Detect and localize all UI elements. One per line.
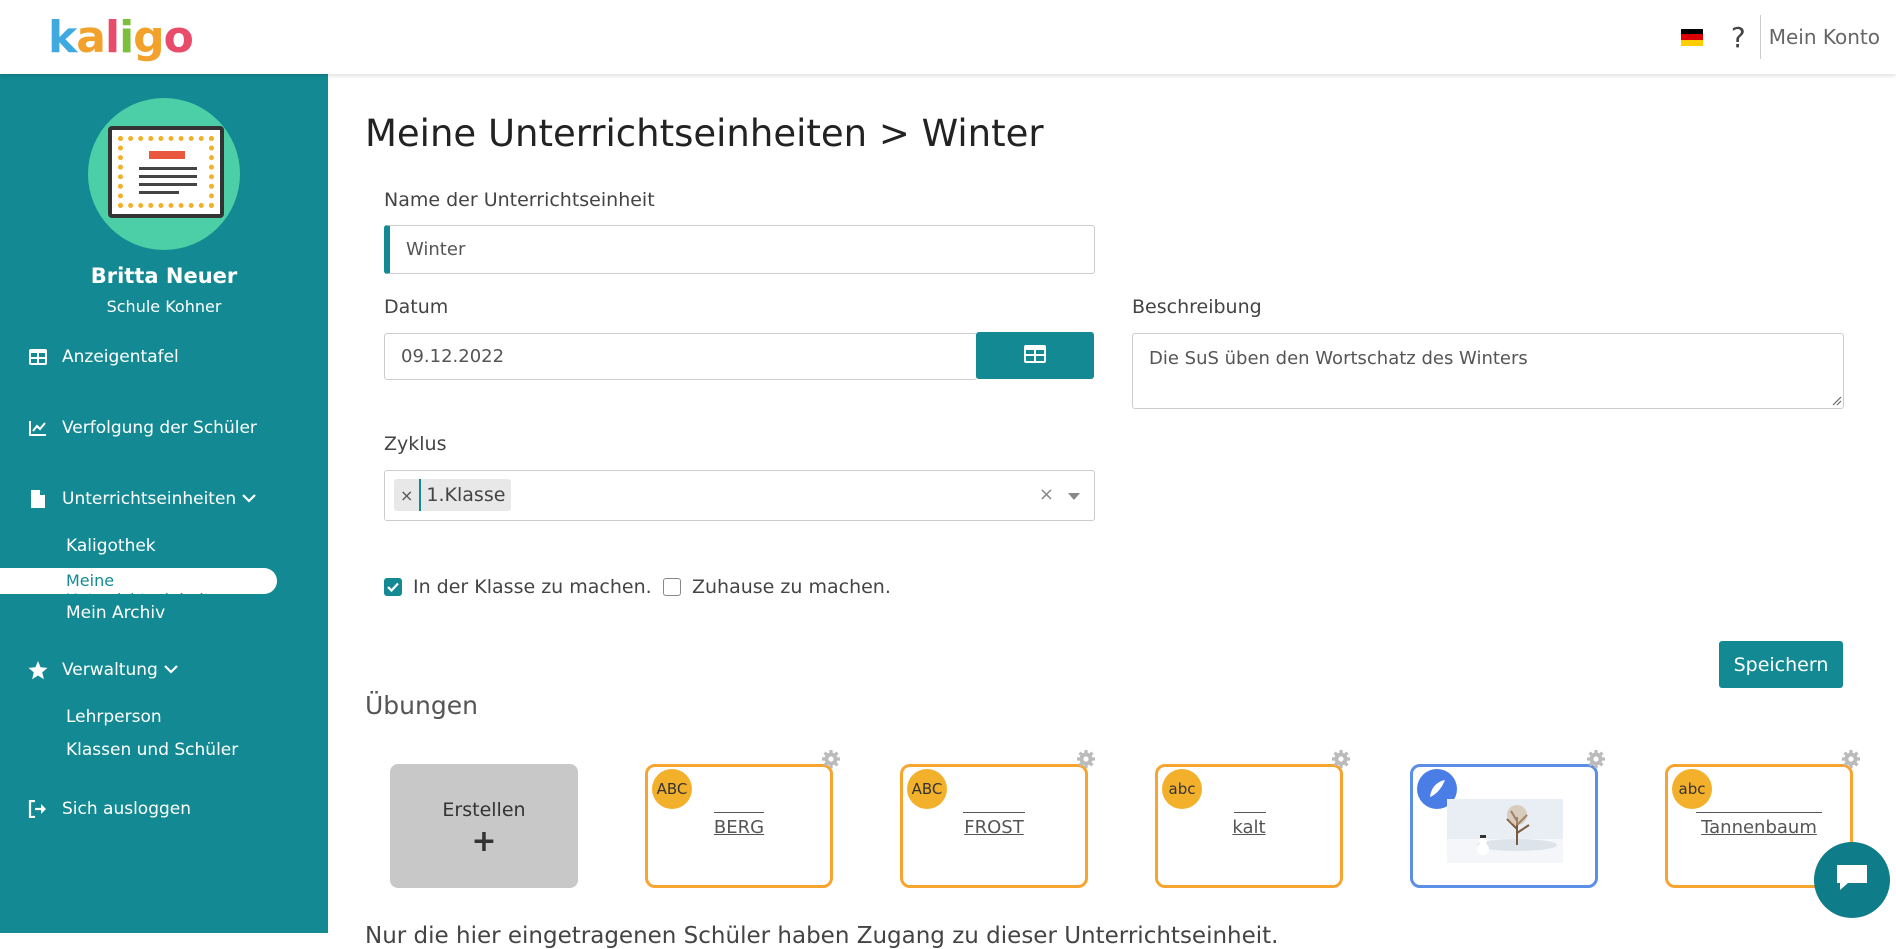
main-content: Meine Unterrichtseinheiten > Winter Name… bbox=[328, 74, 1896, 949]
select-clear-button[interactable]: × bbox=[1039, 484, 1054, 505]
sidebar-item-label: Anzeigentafel bbox=[62, 347, 179, 367]
sidebar-subitem-my-units[interactable]: Meine Unterrichtseinheiten bbox=[0, 568, 277, 609]
logout-icon bbox=[28, 799, 48, 819]
chat-icon bbox=[1834, 863, 1870, 897]
name-label: Name der Unterrichtseinheit bbox=[384, 189, 655, 211]
abc-uppercase-icon: ABC bbox=[907, 769, 947, 809]
top-right-menu: ? Mein Konto bbox=[1680, 0, 1880, 74]
sidebar-item-tracking[interactable]: Verfolgung der Schüler bbox=[28, 418, 257, 438]
chevron-down-icon bbox=[164, 662, 178, 678]
gear-icon[interactable] bbox=[1586, 749, 1606, 769]
unit-name-input[interactable]: Winter bbox=[384, 225, 1095, 274]
abc-lowercase-icon: abc bbox=[1162, 769, 1202, 809]
tag-label: 1.Klasse bbox=[426, 484, 506, 506]
logo-letter: i bbox=[119, 12, 134, 63]
gear-icon[interactable] bbox=[821, 749, 841, 769]
logo-letter: g bbox=[133, 12, 164, 63]
kaligo-logo[interactable]: kaligo bbox=[48, 12, 194, 63]
divider bbox=[1759, 15, 1761, 59]
exercise-card[interactable]: abc kalt bbox=[1155, 764, 1343, 888]
students-info-text: Nur die hier eingetragenen Schüler haben… bbox=[365, 923, 1279, 949]
checkbox-at-home[interactable]: Zuhause zu machen. bbox=[663, 576, 891, 598]
sidebar-item-label: Unterrichtseinheiten bbox=[62, 489, 237, 509]
sidebar-item-logout[interactable]: Sich ausloggen bbox=[28, 799, 191, 819]
exercise-card[interactable]: ABC BERG bbox=[645, 764, 833, 888]
cycle-select[interactable]: × 1.Klasse × bbox=[384, 470, 1095, 521]
plus-icon: + bbox=[471, 824, 497, 859]
checkbox-in-class[interactable]: In der Klasse zu machen. bbox=[384, 576, 652, 598]
sidebar-subitem-classes[interactable]: Klassen und Schüler bbox=[66, 740, 238, 760]
logo-letter: l bbox=[104, 12, 120, 63]
date-input[interactable]: 09.12.2022 bbox=[384, 333, 977, 380]
german-flag-icon[interactable] bbox=[1680, 28, 1703, 46]
description-textarea[interactable]: Die SuS üben den Wortschatz des Winters bbox=[1132, 333, 1844, 409]
exercise-card[interactable]: ABC FROST bbox=[900, 764, 1088, 888]
top-bar: kaligo ? Mein Konto bbox=[0, 0, 1896, 74]
user-name: Britta Neuer bbox=[90, 264, 238, 288]
chat-button[interactable] bbox=[1814, 842, 1890, 918]
logo-letter: o bbox=[163, 12, 194, 63]
logo-letter: a bbox=[76, 12, 106, 63]
gear-icon[interactable] bbox=[1076, 749, 1096, 769]
table-icon bbox=[28, 347, 48, 367]
sidebar: Britta Neuer Schule Kohner Anzeigentafel… bbox=[0, 74, 328, 933]
calendar-icon bbox=[1024, 344, 1046, 367]
exercise-word: FROST bbox=[964, 817, 1024, 838]
dropdown-arrow-icon[interactable] bbox=[1068, 493, 1080, 500]
sidebar-item-units[interactable]: Unterrichtseinheiten bbox=[28, 489, 256, 509]
avatar bbox=[88, 98, 240, 250]
checkbox-label: In der Klasse zu machen. bbox=[413, 576, 652, 598]
sidebar-subitem-teacher[interactable]: Lehrperson bbox=[66, 707, 162, 727]
exercise-word: BERG bbox=[713, 817, 765, 838]
abc-lowercase-icon: abc bbox=[1672, 769, 1712, 809]
page-title: Meine Unterrichtseinheiten > Winter bbox=[365, 112, 1044, 155]
checkbox-label: Zuhause zu machen. bbox=[692, 576, 891, 598]
resize-handle-icon[interactable] bbox=[1832, 396, 1842, 406]
cycle-label: Zyklus bbox=[384, 433, 447, 455]
tag-remove-button[interactable]: × bbox=[394, 479, 422, 511]
sidebar-item-label: Sich ausloggen bbox=[62, 799, 192, 819]
checkbox-checked-icon[interactable] bbox=[384, 578, 402, 596]
save-button[interactable]: Speichern bbox=[1719, 641, 1843, 688]
description-label: Beschreibung bbox=[1132, 296, 1262, 318]
star-icon bbox=[28, 660, 48, 680]
user-school: Schule Kohner bbox=[106, 297, 222, 316]
sidebar-subitem-kaligothek[interactable]: Kaligothek bbox=[66, 536, 156, 556]
help-button[interactable]: ? bbox=[1731, 21, 1746, 54]
sidebar-item-admin[interactable]: Verwaltung bbox=[28, 660, 178, 680]
sidebar-item-dashboard[interactable]: Anzeigentafel bbox=[28, 347, 179, 367]
file-icon bbox=[28, 489, 48, 509]
sidebar-item-label: Verfolgung der Schüler bbox=[62, 418, 257, 438]
checkbox-unchecked-icon[interactable] bbox=[663, 578, 681, 596]
certificate-icon bbox=[108, 126, 224, 218]
sidebar-subitem-archive[interactable]: Mein Archiv bbox=[66, 603, 165, 623]
account-link[interactable]: Mein Konto bbox=[1769, 25, 1880, 49]
logo-letter: k bbox=[48, 12, 77, 63]
date-label: Datum bbox=[384, 296, 449, 318]
gear-icon[interactable] bbox=[1841, 749, 1861, 769]
exercise-word: kalt bbox=[1232, 817, 1266, 838]
sidebar-item-label: Verwaltung bbox=[62, 660, 158, 680]
create-label: Erstellen bbox=[442, 799, 526, 821]
chevron-down-icon bbox=[242, 491, 256, 507]
create-exercise-button[interactable]: Erstellen + bbox=[390, 764, 578, 888]
exercise-card[interactable] bbox=[1410, 764, 1598, 888]
exercise-word: Tannenbaum bbox=[1701, 817, 1817, 838]
calendar-button[interactable] bbox=[976, 332, 1094, 379]
cycle-tag: × 1.Klasse bbox=[394, 479, 512, 511]
abc-uppercase-icon: ABC bbox=[652, 769, 692, 809]
exercises-heading: Übungen bbox=[365, 691, 478, 720]
gear-icon[interactable] bbox=[1331, 749, 1351, 769]
winter-tree-image bbox=[1447, 799, 1563, 863]
line-chart-icon bbox=[28, 418, 48, 438]
